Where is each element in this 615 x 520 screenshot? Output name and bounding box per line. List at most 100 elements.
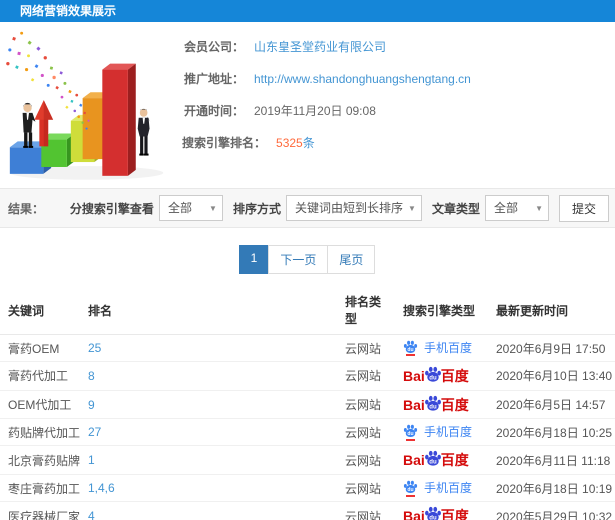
- paw-underline: [406, 438, 415, 441]
- updated-cell: 2020年6月18日 10:19: [488, 474, 615, 503]
- page-header: 网络营销效果展示: [0, 0, 615, 22]
- rank-cell: 4: [80, 501, 337, 520]
- rank-link[interactable]: 4: [88, 509, 95, 520]
- table-row: 北京膏药贴牌 1 云网站 Bai du 百度 2020年6月11日 11:18: [0, 445, 615, 476]
- updated-cell: 2020年6月5日 14:57: [488, 390, 615, 420]
- svg-text:du: du: [429, 516, 437, 520]
- rank-cell: 8: [80, 361, 337, 391]
- table-row: 医疗器械厂家 4 云网站 Bai du 百度 2020年5月29日 10:32: [0, 501, 615, 520]
- filter-bar: 结果： 分搜索引擎查看 全部 ▼ 排序方式 关键词由短到长排序 ▼ 文章类型 全…: [0, 188, 615, 228]
- baidu-paw-icon: du: [424, 395, 441, 411]
- svg-text:du: du: [429, 404, 437, 410]
- engine-cell: du 手机百度: [395, 334, 488, 362]
- engine-filter-select[interactable]: 全部 ▼: [158, 195, 223, 221]
- engine-cell: du 手机百度: [395, 474, 488, 503]
- mobile-baidu-label: 手机百度: [424, 425, 473, 440]
- rank-link[interactable]: 1,4,6: [88, 481, 115, 495]
- svg-text:du: du: [429, 460, 437, 466]
- rankings-unit: 条: [302, 136, 315, 150]
- updated-cell: 2020年6月10日 13:40: [488, 361, 615, 391]
- rank-cell: 27: [80, 418, 337, 447]
- chevron-down-icon: ▼: [408, 204, 416, 213]
- table-row: 膏药代加工 8 云网站 Bai du 百度 2020年6月10日 13:40: [0, 361, 615, 391]
- updated-cell: 2020年5月29日 10:32: [488, 501, 615, 520]
- mobile-baidu-paw: du: [403, 340, 418, 357]
- mobile-baidu-logo: du 手机百度: [403, 480, 472, 497]
- businessman-right: [137, 108, 151, 156]
- rank-link[interactable]: 25: [88, 341, 101, 355]
- rank-cell: 25: [80, 334, 337, 362]
- rank-type-cell: 云网站: [337, 501, 395, 520]
- header-row: 关键词 排名 排名类型 搜索引擎类型 最新更新时间: [0, 286, 615, 335]
- engine-filter-value: 全部: [167, 201, 192, 215]
- info-row-url: 推广地址： http://www.shandonghuangshengtang.…: [182, 70, 615, 87]
- rank-cell: 1: [80, 445, 337, 476]
- engine-cell: Bai du 百度: [395, 361, 488, 391]
- updated-cell: 2020年6月18日 10:25: [488, 418, 615, 447]
- info-row-company: 会员公司： 山东皇圣堂药业有限公司: [182, 38, 615, 55]
- submit-button[interactable]: 提交: [558, 194, 609, 222]
- member-info-section: 会员公司： 山东皇圣堂药业有限公司 推广地址： http://www.shand…: [0, 22, 615, 188]
- column-header-4: 最新更新时间: [488, 286, 615, 335]
- baidu-logo: Bai du 百度: [403, 366, 469, 386]
- mobile-baidu-paw-icon: du: [403, 424, 418, 437]
- mobile-baidu-label: 手机百度: [424, 341, 473, 355]
- article-type-select[interactable]: 全部 ▼: [484, 195, 549, 221]
- open-time-label: 开通时间：: [183, 104, 244, 118]
- page-button-current[interactable]: 1: [238, 245, 270, 274]
- rankings-count: 5325: [276, 136, 303, 150]
- keyword-cell: 枣庄膏药加工: [0, 474, 80, 503]
- keyword-cell: 北京膏药贴牌: [0, 445, 80, 476]
- filter-controls: 分搜索引擎查看 全部 ▼ 排序方式 关键词由短到长排序 ▼ 文章类型 全部 ▼ …: [60, 194, 609, 222]
- rank-link[interactable]: 27: [88, 425, 101, 439]
- open-time-value: 2019年11月20日 09:08: [254, 104, 376, 118]
- mobile-baidu-logo: du 手机百度: [403, 340, 472, 357]
- result-label: 结果：: [8, 201, 45, 216]
- table-row: 膏药OEM 25 云网站 du 手机百度 2020年6月9日 17:50: [0, 334, 615, 362]
- bar-growth-image: [6, 31, 164, 180]
- keyword-cell: 药贴牌代加工: [0, 418, 80, 447]
- rank-type-cell: 云网站: [337, 418, 395, 447]
- column-header-2: 排名类型: [337, 286, 395, 335]
- rank-cell: 1,4,6: [80, 474, 337, 503]
- baidu-logo-bai: Bai: [403, 396, 425, 413]
- chevron-down-icon: ▼: [535, 204, 543, 213]
- baidu-logo-bai: Bai: [403, 367, 425, 384]
- info-row-rankings: 搜索引擎排名： 5325条: [182, 134, 615, 151]
- baidu-logo-cn: 百度: [440, 396, 469, 413]
- baidu-logo-bai: Bai: [403, 452, 425, 469]
- rank-link[interactable]: 9: [88, 398, 95, 412]
- sort-order-label: 排序方式: [232, 201, 281, 216]
- keyword-cell: OEM代加工: [0, 390, 80, 420]
- svg-text:du: du: [407, 431, 413, 437]
- article-type-value: 全部: [493, 201, 518, 215]
- company-label: 会员公司：: [183, 40, 244, 54]
- page-title: 网络营销效果展示: [20, 4, 117, 18]
- keyword-cell: 膏药代加工: [0, 361, 80, 391]
- bar-red: [102, 63, 136, 176]
- baidu-paw-icon: du: [424, 451, 441, 467]
- rankings-label: 搜索引擎排名：: [182, 136, 267, 150]
- promo-url-label: 推广地址：: [183, 72, 244, 86]
- column-header-3: 搜索引擎类型: [395, 286, 488, 335]
- next-page-button[interactable]: 下一页: [268, 245, 329, 274]
- mobile-baidu-paw-icon: du: [403, 340, 418, 353]
- mobile-baidu-paw: du: [403, 424, 418, 441]
- rank-link[interactable]: 8: [88, 369, 95, 383]
- baidu-logo-cn: 百度: [440, 452, 469, 469]
- engine-cell: Bai du 百度: [395, 445, 488, 476]
- mobile-baidu-label: 手机百度: [424, 481, 473, 496]
- promo-url-link[interactable]: http://www.shandonghuangshengtang.cn: [254, 72, 471, 86]
- paw-underline: [406, 354, 415, 357]
- company-link[interactable]: 山东皇圣堂药业有限公司: [254, 38, 386, 55]
- chevron-down-icon: ▼: [209, 204, 217, 213]
- baidu-paw-icon: du: [424, 507, 441, 520]
- rank-link[interactable]: 1: [88, 453, 95, 467]
- results-table: 关键词 排名 排名类型 搜索引擎类型 最新更新时间 膏药OEM 25 云网站 du 手机百度 2…: [0, 286, 615, 520]
- rank-type-cell: 云网站: [337, 361, 395, 391]
- baidu-logo-cn: 百度: [440, 367, 469, 384]
- updated-cell: 2020年6月9日 17:50: [488, 334, 615, 362]
- sort-order-select[interactable]: 关键词由短到长排序 ▼: [285, 195, 422, 221]
- engine-filter-label: 分搜索引擎查看: [69, 201, 154, 216]
- last-page-button[interactable]: 尾页: [327, 245, 376, 274]
